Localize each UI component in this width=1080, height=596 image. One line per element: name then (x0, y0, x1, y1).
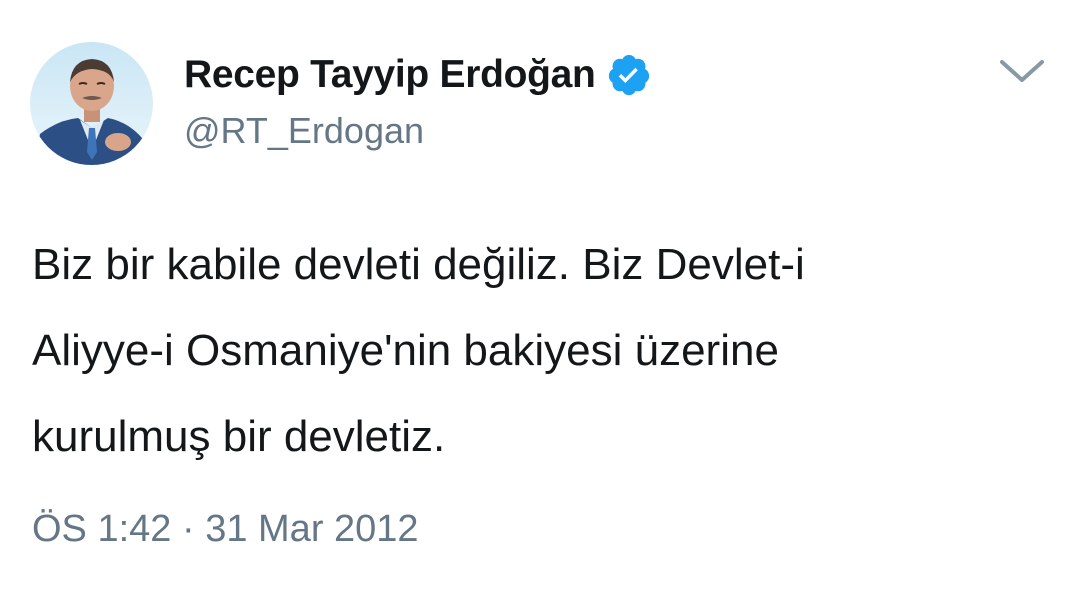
name-row: Recep Tayyip Erdoğan (184, 52, 652, 98)
tweet-text: Biz bir kabile devleti değiliz. Biz Devl… (32, 240, 805, 461)
user-handle[interactable]: @RT_Erdogan (184, 110, 652, 152)
verified-badge-icon (606, 52, 652, 98)
tweet-timestamp[interactable]: ÖS 1:42 · 31 Mar 2012 (32, 508, 419, 551)
meta-separator: · (181, 508, 195, 550)
avatar-image (30, 42, 153, 165)
tweet-date: 31 Mar 2012 (205, 508, 419, 550)
chevron-down-icon[interactable] (996, 52, 1048, 90)
avatar[interactable] (30, 42, 153, 165)
tweet-card: Recep Tayyip Erdoğan @RT_Erdogan Biz bir… (0, 0, 1080, 596)
tweet-header: Recep Tayyip Erdoğan @RT_Erdogan (184, 52, 652, 152)
tweet-time: ÖS 1:42 (32, 508, 172, 550)
display-name[interactable]: Recep Tayyip Erdoğan (184, 53, 596, 97)
